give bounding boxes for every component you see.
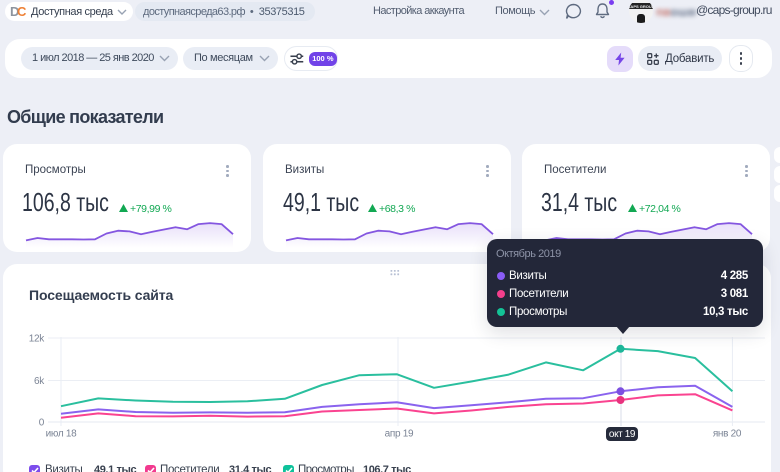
svg-text:0: 0 <box>39 418 45 429</box>
svg-text:июл 18: июл 18 <box>46 429 78 440</box>
svg-text:6k: 6k <box>34 376 45 387</box>
svg-text:12k: 12k <box>29 334 46 345</box>
svg-text:янв 20: янв 20 <box>713 429 742 440</box>
svg-text:апр 19: апр 19 <box>385 429 414 440</box>
